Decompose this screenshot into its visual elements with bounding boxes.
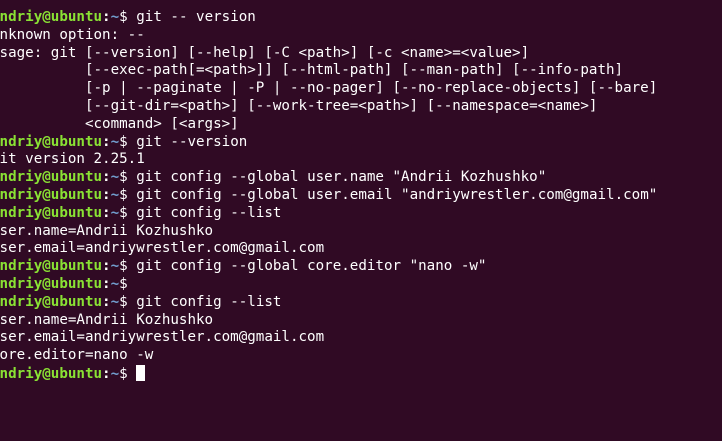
output-line: [--exec-path[=<path>]] [--html-path] [--… bbox=[0, 62, 657, 80]
command-text: git -- version bbox=[136, 9, 256, 25]
output-text: user.email=andriywrestler.com@gmail.com bbox=[0, 240, 325, 257]
output-text: usage: git [--version] [--help] [-C <pat… bbox=[0, 44, 530, 61]
prompt-path: ~ bbox=[110, 204, 120, 221]
prompt-user: andriy@ubuntu bbox=[0, 275, 103, 292]
prompt-path: ~ bbox=[110, 258, 120, 275]
command-text: git config --list bbox=[136, 204, 282, 221]
prompt-line: andriy@ubuntu:~$ git config --global use… bbox=[0, 187, 657, 205]
prompt-line: andriy@ubuntu:~$ git config --global use… bbox=[0, 169, 657, 187]
output-text: user.name=Andrii Kozhushko bbox=[0, 222, 214, 239]
prompt-path: ~ bbox=[110, 169, 120, 186]
prompt-line: andriy@ubuntu:~$ git --version bbox=[0, 134, 657, 152]
prompt-user: andriy@ubuntu bbox=[0, 258, 103, 275]
prompt-line: andriy@ubuntu:~$ git config --global cor… bbox=[0, 258, 657, 276]
prompt-line: andriy@ubuntu:~$ git -- version bbox=[0, 9, 657, 27]
prompt-user: andriy@ubuntu bbox=[0, 365, 103, 382]
command-text: git config --global core.editor "nano -w… bbox=[136, 258, 487, 275]
output-line: user.email=andriywrestler.com@gmail.com bbox=[0, 240, 657, 258]
output-text: unknown option: -- bbox=[0, 26, 145, 43]
output-line: user.name=Andrii Kozhushko bbox=[0, 312, 657, 330]
command-text: git config --global user.name "Andrii Ko… bbox=[136, 169, 547, 186]
prompt-line: andriy@ubuntu:~$ git config --list bbox=[0, 205, 657, 223]
output-line: unknown option: -- bbox=[0, 27, 657, 45]
terminal-output[interactable]: andriy@ubuntu:~$ git -- version unknown o… bbox=[0, 9, 657, 383]
prompt-colon: : bbox=[102, 275, 111, 292]
prompt-dollar: $ bbox=[119, 275, 137, 292]
output-line: [--git-dir=<path>] [--work-tree=<path>] … bbox=[0, 98, 657, 116]
output-line: usage: git [--version] [--help] [-C <pat… bbox=[0, 45, 657, 63]
prompt-dollar: $ bbox=[119, 186, 137, 203]
prompt-path: ~ bbox=[110, 275, 120, 292]
output-line: <command> [<args>] bbox=[0, 116, 657, 134]
prompt-path: ~ bbox=[110, 365, 120, 382]
prompt-user: andriy@ubuntu bbox=[0, 293, 103, 310]
output-line: user.name=Andrii Kozhushko bbox=[0, 223, 657, 241]
output-text: [--git-dir=<path>] [--work-tree=<path>] … bbox=[0, 97, 598, 114]
command-text: git config --list bbox=[136, 293, 282, 310]
output-text: core.editor=nano -w bbox=[0, 347, 154, 364]
output-text: [-p | --paginate | -P | --no-pager] [--n… bbox=[0, 80, 658, 97]
command-text: git config --global user.email "andriywr… bbox=[136, 186, 658, 203]
output-line: core.editor=nano -w bbox=[0, 347, 657, 365]
prompt-colon: : bbox=[102, 133, 111, 150]
prompt-user: andriy@ubuntu bbox=[0, 133, 103, 150]
output-text: user.name=Andrii Kozhushko bbox=[0, 311, 214, 328]
prompt-dollar: $ bbox=[119, 204, 137, 221]
prompt-colon: : bbox=[102, 186, 111, 203]
prompt-dollar: $ bbox=[119, 169, 137, 186]
output-text: user.email=andriywrestler.com@gmail.com bbox=[0, 329, 325, 346]
prompt-user: andriy@ubuntu bbox=[0, 9, 103, 25]
output-line: user.email=andriywrestler.com@gmail.com bbox=[0, 329, 657, 347]
prompt-path: ~ bbox=[110, 133, 120, 150]
output-text: [--exec-path[=<path>]] [--html-path] [--… bbox=[0, 62, 624, 79]
terminal-window[interactable]: andriy@ubuntu:~$ git -- version unknown o… bbox=[0, 0, 722, 441]
output-text: <command> [<args>] bbox=[0, 115, 239, 132]
prompt-colon: : bbox=[102, 293, 111, 310]
prompt-line: andriy@ubuntu:~$ bbox=[0, 276, 657, 294]
prompt-colon: : bbox=[102, 204, 111, 221]
prompt-dollar: $ bbox=[119, 293, 137, 310]
prompt-dollar: $ bbox=[119, 258, 137, 275]
prompt-path: ~ bbox=[110, 293, 120, 310]
output-line: git version 2.25.1 bbox=[0, 151, 657, 169]
prompt-path: ~ bbox=[110, 186, 120, 203]
prompt-user: andriy@ubuntu bbox=[0, 204, 103, 221]
prompt-line: andriy@ubuntu:~$ git config --list bbox=[0, 294, 657, 312]
prompt-path: ~ bbox=[110, 9, 120, 25]
prompt-colon: : bbox=[102, 365, 111, 382]
prompt-user: andriy@ubuntu bbox=[0, 186, 103, 203]
text-cursor bbox=[136, 364, 146, 381]
command-text: git --version bbox=[136, 133, 248, 150]
prompt-line: andriy@ubuntu:~$ bbox=[0, 364, 657, 383]
prompt-colon: : bbox=[102, 258, 111, 275]
output-line: [-p | --paginate | -P | --no-pager] [--n… bbox=[0, 80, 657, 98]
prompt-colon: : bbox=[102, 9, 111, 25]
prompt-dollar: $ bbox=[119, 9, 137, 25]
prompt-user: andriy@ubuntu bbox=[0, 169, 103, 186]
prompt-dollar: $ bbox=[119, 365, 137, 382]
prompt-colon: : bbox=[102, 169, 111, 186]
prompt-dollar: $ bbox=[119, 133, 137, 150]
output-text: git version 2.25.1 bbox=[0, 151, 145, 168]
